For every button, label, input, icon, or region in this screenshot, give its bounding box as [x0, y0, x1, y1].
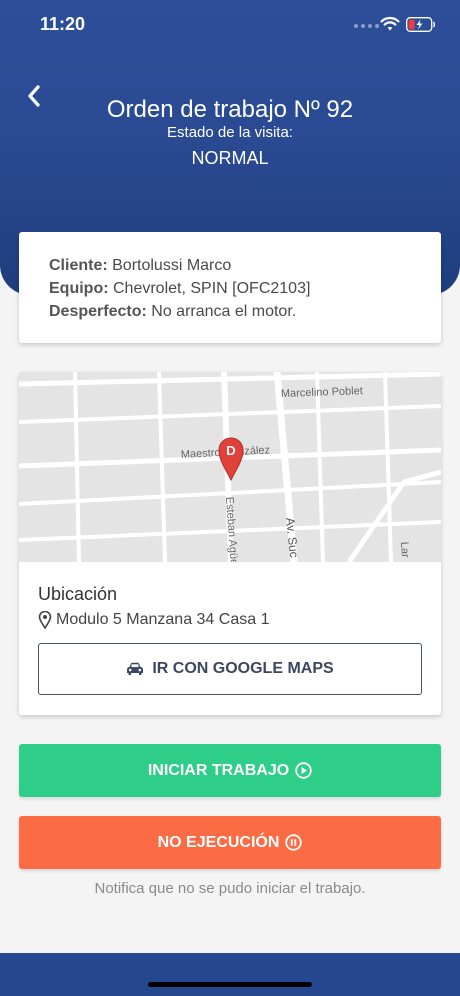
page-title: Orden de trabajo Nº 92: [106, 96, 354, 123]
pause-circle-icon: [285, 834, 303, 851]
defect-row: Desperfecto: No arranca el motor.: [49, 300, 441, 323]
start-work-button-label: INICIAR TRABAJO: [147, 761, 290, 779]
map-marker-letter: D: [226, 443, 235, 458]
defect-value: No arranca el motor.: [151, 303, 297, 320]
home-indicator: [148, 982, 312, 987]
no-execution-button-label: NO EJECUCIÓN: [157, 833, 280, 851]
equipment-row: Equipo: Chevrolet, SPIN [OFC2103]: [49, 277, 441, 300]
no-execution-button[interactable]: NO EJECUCIÓN: [19, 816, 441, 869]
status-bar: 11:20: [0, 0, 460, 50]
visit-state-label: Estado de la visita:: [167, 124, 293, 141]
battery-icon: [406, 17, 436, 32]
defect-label: Desperfecto:: [49, 303, 147, 320]
google-maps-button-label: IR CON GOOGLE MAPS: [152, 660, 334, 677]
play-circle-icon: [295, 762, 312, 779]
wifi-icon: [380, 16, 400, 31]
google-maps-button[interactable]: IR CON GOOGLE MAPS: [38, 643, 422, 695]
location-map[interactable]: Marcelino Poblet Maestro González Esteba…: [19, 372, 441, 562]
signal-icon: [354, 24, 379, 28]
street-label-lar: Lar: [398, 541, 411, 558]
location-address: Modulo 5 Manzana 34 Casa 1: [56, 611, 270, 628]
car-icon: [127, 662, 144, 675]
location-card: Marcelino Poblet Maestro González Esteba…: [19, 372, 441, 715]
equipment-label: Equipo:: [49, 280, 109, 297]
no-execution-hint: Notifica que no se pudo iniciar el traba…: [94, 880, 366, 897]
equipment-value: Chevrolet, SPIN [OFC2103]: [113, 280, 311, 297]
client-label: Cliente:: [49, 257, 108, 274]
map-pin-icon: [38, 611, 52, 629]
client-row: Cliente: Bortolussi Marco: [49, 254, 441, 277]
location-title: Ubicación: [38, 584, 118, 604]
start-work-button[interactable]: INICIAR TRABAJO: [19, 744, 441, 797]
order-info-card: Cliente: Bortolussi Marco Equipo: Chevro…: [19, 232, 441, 343]
location-address-row: Modulo 5 Manzana 34 Casa 1: [38, 611, 269, 629]
footer-bar: [0, 953, 460, 996]
client-value: Bortolussi Marco: [112, 257, 232, 274]
visit-state-value: NORMAL: [191, 148, 269, 168]
status-time: 11:20: [40, 14, 86, 34]
